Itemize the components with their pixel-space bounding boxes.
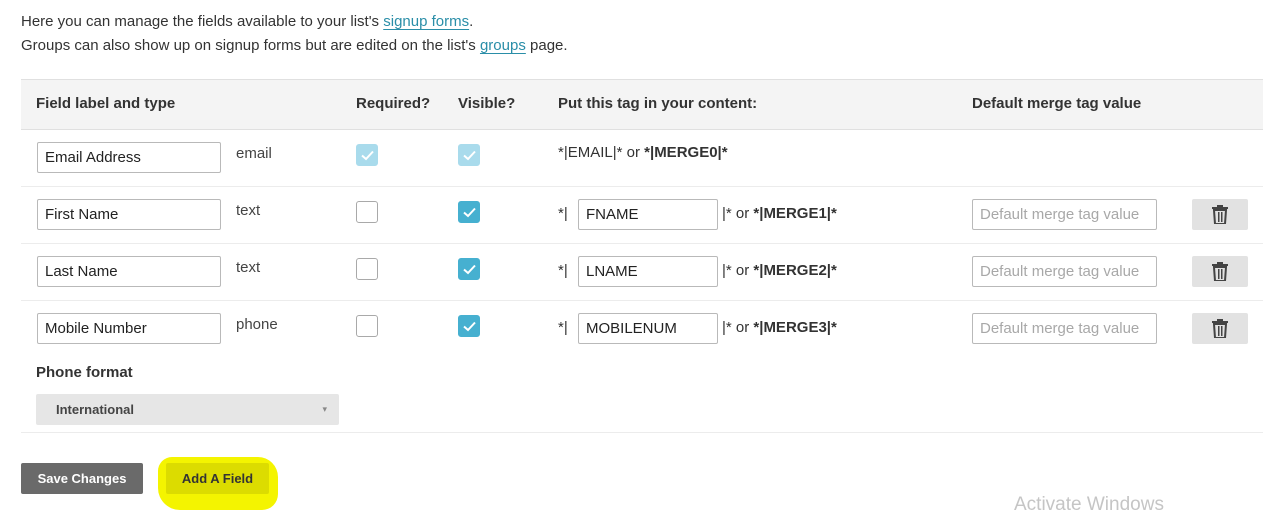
check-icon — [463, 207, 476, 218]
header-required: Required? — [356, 95, 431, 112]
visible-checkbox[interactable] — [458, 258, 480, 280]
delete-field-button[interactable] — [1192, 256, 1248, 287]
table-row: Last Name text *| LNAME |* or *|MERGE2|*… — [21, 244, 1263, 301]
merge-tag-input[interactable]: MOBILENUM — [578, 313, 718, 344]
signup-forms-link[interactable]: signup forms — [383, 13, 469, 30]
phone-format-label: Phone format — [36, 364, 133, 381]
email-tag-text: *|EMAIL|* or *|MERGE0|* — [558, 144, 728, 161]
required-checkbox[interactable] — [356, 315, 378, 337]
delete-field-button[interactable] — [1192, 313, 1248, 344]
field-label-input[interactable]: First Name — [37, 199, 221, 230]
field-label-input[interactable]: Email Address — [37, 142, 221, 173]
field-type: text — [236, 202, 261, 219]
chevron-down-icon: ▾ — [322, 404, 327, 414]
merge-tag: *|MERGE1|* — [753, 205, 837, 222]
field-type: phone — [236, 316, 278, 333]
required-checkbox[interactable] — [356, 258, 378, 280]
field-type: text — [236, 259, 261, 276]
header-visible: Visible? — [458, 95, 516, 112]
header-tag: Put this tag in your content: — [558, 95, 758, 112]
phone-format-value: International — [56, 402, 135, 417]
field-label-input[interactable]: Mobile Number — [37, 313, 221, 344]
delete-field-button[interactable] — [1192, 199, 1248, 230]
tag-close-text: |* or *|MERGE2|* — [722, 262, 837, 279]
intro-line1-suffix: . — [469, 13, 474, 30]
add-field-button[interactable]: Add A Field — [166, 463, 269, 494]
merge-tag: *|MERGE0|* — [644, 144, 728, 161]
check-icon — [361, 150, 374, 161]
tag-close: |* or — [722, 319, 754, 336]
visible-checkbox[interactable] — [458, 144, 480, 166]
tag-open: *| — [558, 319, 568, 336]
intro-line2-suffix: page. — [525, 37, 568, 54]
default-value-input[interactable]: Default merge tag value — [972, 313, 1157, 344]
intro-line1: Here you can manage the fields available… — [21, 13, 384, 30]
activate-windows-watermark: Activate Windows — [1014, 494, 1164, 515]
required-checkbox[interactable] — [356, 144, 378, 166]
fields-table: Field label and type Required? Visible? … — [21, 79, 1263, 433]
field-type: email — [236, 145, 272, 162]
trash-icon — [1212, 262, 1228, 281]
merge-tag: *|MERGE3|* — [753, 319, 837, 336]
check-icon — [463, 321, 476, 332]
default-value-input[interactable]: Default merge tag value — [972, 199, 1157, 230]
merge-tag-input[interactable]: LNAME — [578, 256, 718, 287]
trash-icon — [1212, 319, 1228, 338]
required-checkbox[interactable] — [356, 201, 378, 223]
header-field-label: Field label and type — [36, 95, 176, 112]
tag-close-text: |* or *|MERGE1|* — [722, 205, 837, 222]
tag-close: |* or — [722, 262, 754, 279]
tag-open: *| — [558, 262, 568, 279]
check-icon — [463, 264, 476, 275]
email-tag: *|EMAIL|* or — [558, 144, 645, 161]
intro-text: Here you can manage the fields available… — [21, 10, 568, 58]
header-default-value: Default merge tag value — [972, 95, 1142, 112]
intro-line2: Groups can also show up on signup forms … — [21, 37, 480, 54]
table-row: Mobile Number phone *| MOBILENUM |* or *… — [21, 301, 1263, 433]
field-label-input[interactable]: Last Name — [37, 256, 221, 287]
default-value-input[interactable]: Default merge tag value — [972, 256, 1157, 287]
visible-checkbox[interactable] — [458, 201, 480, 223]
table-row: Email Address email *|EMAIL|* or *|MERGE… — [21, 130, 1263, 187]
tag-close-text: |* or *|MERGE3|* — [722, 319, 837, 336]
trash-icon — [1212, 205, 1228, 224]
table-header: Field label and type Required? Visible? … — [21, 79, 1263, 130]
merge-tag-input[interactable]: FNAME — [578, 199, 718, 230]
merge-tag: *|MERGE2|* — [753, 262, 837, 279]
phone-format-select[interactable]: International ▾ — [36, 394, 339, 425]
table-row: First Name text *| FNAME |* or *|MERGE1|… — [21, 187, 1263, 244]
tag-close: |* or — [722, 205, 754, 222]
groups-link[interactable]: groups — [480, 37, 526, 54]
visible-checkbox[interactable] — [458, 315, 480, 337]
save-changes-button[interactable]: Save Changes — [21, 463, 143, 494]
check-icon — [463, 150, 476, 161]
tag-open: *| — [558, 205, 568, 222]
